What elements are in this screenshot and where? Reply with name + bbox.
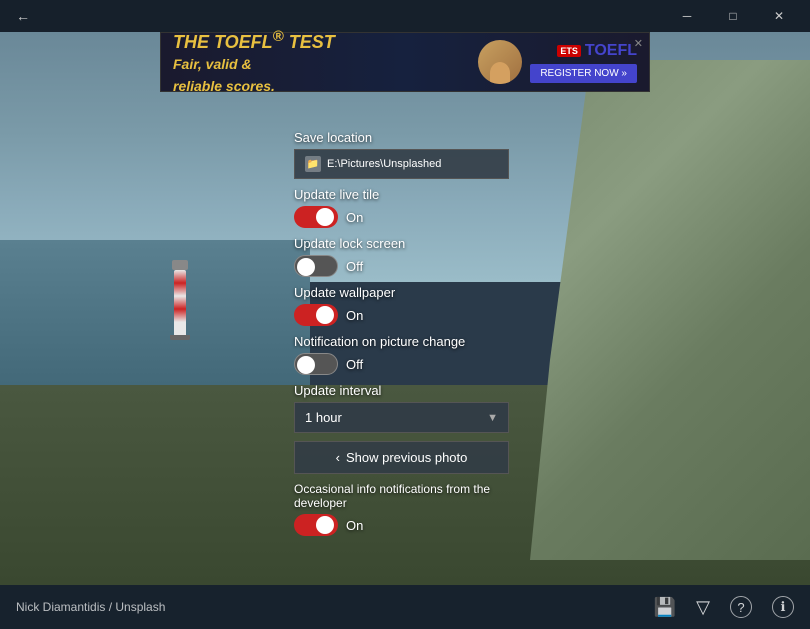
toefl-logo: ETS TOEFL REGISTER NOW »	[530, 42, 637, 83]
chevron-left-icon: ‹	[336, 450, 340, 465]
update-interval-group: Update interval 1 hour ▼	[294, 383, 514, 433]
window-controls: ─ □ ✕	[664, 0, 802, 32]
update-live-tile-label: Update live tile	[294, 187, 514, 202]
ad-text: THE TOEFL® TEST Fair, valid &reliable sc…	[173, 28, 335, 97]
toggle-thumb	[297, 258, 315, 276]
occasional-notif-state: On	[346, 518, 363, 533]
ad-close-button[interactable]: ✕	[630, 35, 647, 52]
show-previous-photo-button[interactable]: ‹ Show previous photo	[294, 441, 509, 474]
help-icon[interactable]: ?	[730, 596, 752, 618]
update-lock-screen-group: Update lock screen Off	[294, 236, 514, 277]
update-interval-dropdown[interactable]: 1 hour ▼	[294, 402, 509, 433]
folder-icon: 📁	[305, 156, 321, 172]
save-icon[interactable]: 💾	[654, 597, 676, 618]
update-live-tile-group: Update live tile On	[294, 187, 514, 228]
update-wallpaper-group: Update wallpaper On	[294, 285, 514, 326]
filter-icon[interactable]: ▽	[696, 597, 710, 618]
occasional-notif-label: Occasional info notifications from the d…	[294, 482, 514, 510]
save-location-group: Save location 📁 E:\Pictures\Unsplashed	[294, 130, 514, 179]
update-lock-screen-row: Off	[294, 255, 514, 277]
update-lock-screen-toggle[interactable]	[294, 255, 338, 277]
update-wallpaper-state: On	[346, 308, 363, 323]
notification-state: Off	[346, 357, 363, 372]
ets-badge: ETS	[557, 45, 581, 57]
bottom-icons: 💾 ▽ ? ℹ	[654, 596, 794, 618]
maximize-button[interactable]: □	[710, 0, 756, 32]
notification-row: Off	[294, 353, 514, 375]
bottom-bar: Nick Diamantidis / Unsplash 💾 ▽ ? ℹ	[0, 585, 810, 629]
update-interval-value: 1 hour	[305, 410, 342, 425]
toefl-logo-top: ETS TOEFL	[557, 42, 637, 60]
save-location-label: Save location	[294, 130, 514, 145]
update-wallpaper-row: On	[294, 304, 514, 326]
update-wallpaper-toggle[interactable]	[294, 304, 338, 326]
info-icon[interactable]: ℹ	[772, 596, 794, 618]
notification-group: Notification on picture change Off	[294, 334, 514, 375]
update-lock-screen-state: Off	[346, 259, 363, 274]
ad-right: ETS TOEFL REGISTER NOW »	[478, 40, 637, 84]
ad-toefl: THE TOEFL	[173, 32, 273, 52]
minimize-button[interactable]: ─	[664, 0, 710, 32]
toggle-thumb	[297, 356, 315, 374]
lighthouse-top	[172, 260, 188, 270]
lighthouse-body	[174, 270, 186, 335]
close-button[interactable]: ✕	[756, 0, 802, 32]
lighthouse	[170, 260, 190, 340]
notification-toggle[interactable]	[294, 353, 338, 375]
chevron-down-icon: ▼	[487, 412, 498, 424]
update-live-tile-state: On	[346, 210, 363, 225]
update-wallpaper-label: Update wallpaper	[294, 285, 514, 300]
lighthouse-base	[170, 335, 190, 340]
update-live-tile-row: On	[294, 206, 514, 228]
toggle-thumb	[316, 516, 334, 534]
ad-person-image	[478, 40, 522, 84]
update-live-tile-toggle[interactable]	[294, 206, 338, 228]
update-lock-screen-label: Update lock screen	[294, 236, 514, 251]
save-location-value: E:\Pictures\Unsplashed	[327, 158, 441, 170]
ad-line1: THE TOEFL® TEST	[173, 32, 335, 52]
titlebar: ← ─ □ ✕	[0, 0, 810, 32]
occasional-notif-group: Occasional info notifications from the d…	[294, 482, 514, 536]
ad-person-head	[490, 62, 510, 84]
register-now-button[interactable]: REGISTER NOW »	[530, 64, 637, 83]
save-location-input[interactable]: 📁 E:\Pictures\Unsplashed	[294, 149, 509, 179]
occasional-notif-row: On	[294, 514, 514, 536]
ad-banner: THE TOEFL® TEST Fair, valid &reliable sc…	[160, 32, 650, 92]
update-interval-label: Update interval	[294, 383, 514, 398]
prev-photo-group: ‹ Show previous photo	[294, 441, 514, 474]
notification-label: Notification on picture change	[294, 334, 514, 349]
occasional-notif-toggle[interactable]	[294, 514, 338, 536]
toggle-thumb	[316, 208, 334, 226]
prev-photo-label: Show previous photo	[346, 450, 467, 465]
toggle-thumb	[316, 306, 334, 324]
settings-panel: Save location 📁 E:\Pictures\Unsplashed U…	[294, 130, 514, 544]
ad-tagline: Fair, valid &reliable scores.	[173, 56, 275, 94]
photo-credit: Nick Diamantidis / Unsplash	[16, 600, 165, 614]
back-button[interactable]: ←	[8, 4, 38, 28]
